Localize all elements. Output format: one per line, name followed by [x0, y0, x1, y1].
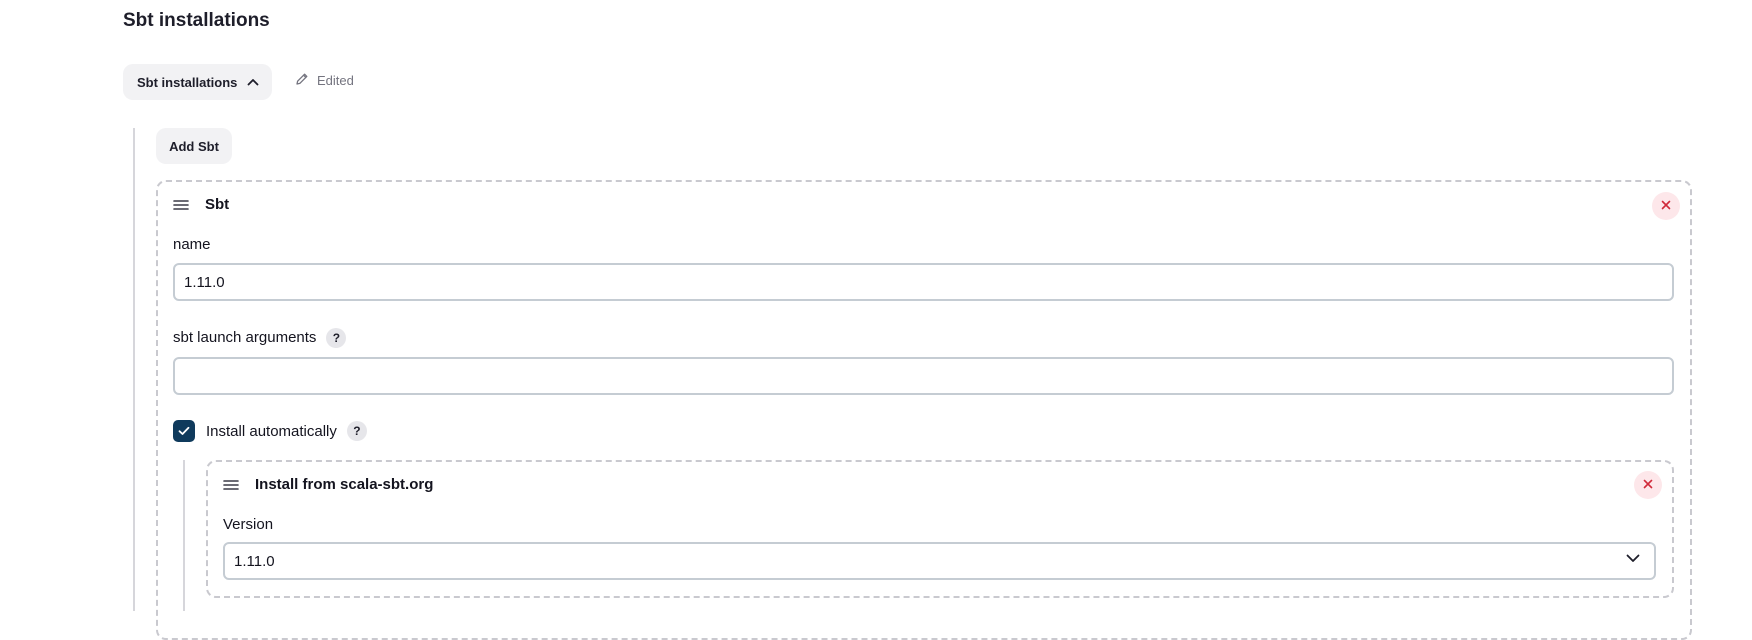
drag-handle-icon[interactable]: [173, 199, 189, 211]
help-icon[interactable]: ?: [326, 328, 347, 348]
edited-label: Edited: [317, 73, 354, 88]
edited-indicator: Edited: [295, 72, 354, 89]
version-select-value: 1.11.0: [234, 552, 275, 570]
installer-card-header: Install from scala-sbt.org: [223, 476, 433, 493]
name-label: name: [173, 236, 211, 253]
chevron-up-icon: [247, 78, 259, 86]
sbt-launch-arguments-text: sbt launch arguments: [173, 328, 317, 346]
drag-handle-icon[interactable]: [223, 479, 239, 491]
close-icon: [1661, 197, 1671, 215]
version-label: Version: [223, 516, 274, 533]
chevron-down-icon: [1626, 554, 1640, 563]
install-automatically-label: Install automatically: [206, 422, 337, 440]
help-icon[interactable]: ?: [346, 421, 367, 441]
name-input[interactable]: [173, 263, 1674, 301]
install-automatically-row: Install automatically ?: [173, 420, 367, 442]
sbt-launch-arguments-label: sbt launch arguments?: [173, 328, 347, 348]
check-icon: [178, 426, 190, 435]
section-rail: [133, 128, 135, 611]
sbt-card-header: Sbt: [173, 196, 229, 213]
sbt-card-title: Sbt: [205, 196, 230, 213]
installer-rail: [183, 460, 185, 611]
version-select[interactable]: 1.11.0: [223, 542, 1656, 580]
install-automatically-checkbox[interactable]: [173, 420, 195, 442]
remove-installer-button[interactable]: [1634, 471, 1662, 499]
remove-sbt-button[interactable]: [1652, 192, 1680, 220]
pencil-icon: [295, 72, 309, 89]
page-title: Sbt installations: [123, 10, 270, 31]
installer-card-title: Install from scala-sbt.org: [255, 476, 434, 493]
section-toggle-label: Sbt installations: [137, 74, 238, 90]
section-toggle-button[interactable]: Sbt installations: [123, 64, 272, 100]
close-icon: [1643, 476, 1653, 494]
sbt-launch-arguments-input[interactable]: [173, 357, 1674, 395]
add-sbt-button[interactable]: Add Sbt: [156, 128, 232, 164]
